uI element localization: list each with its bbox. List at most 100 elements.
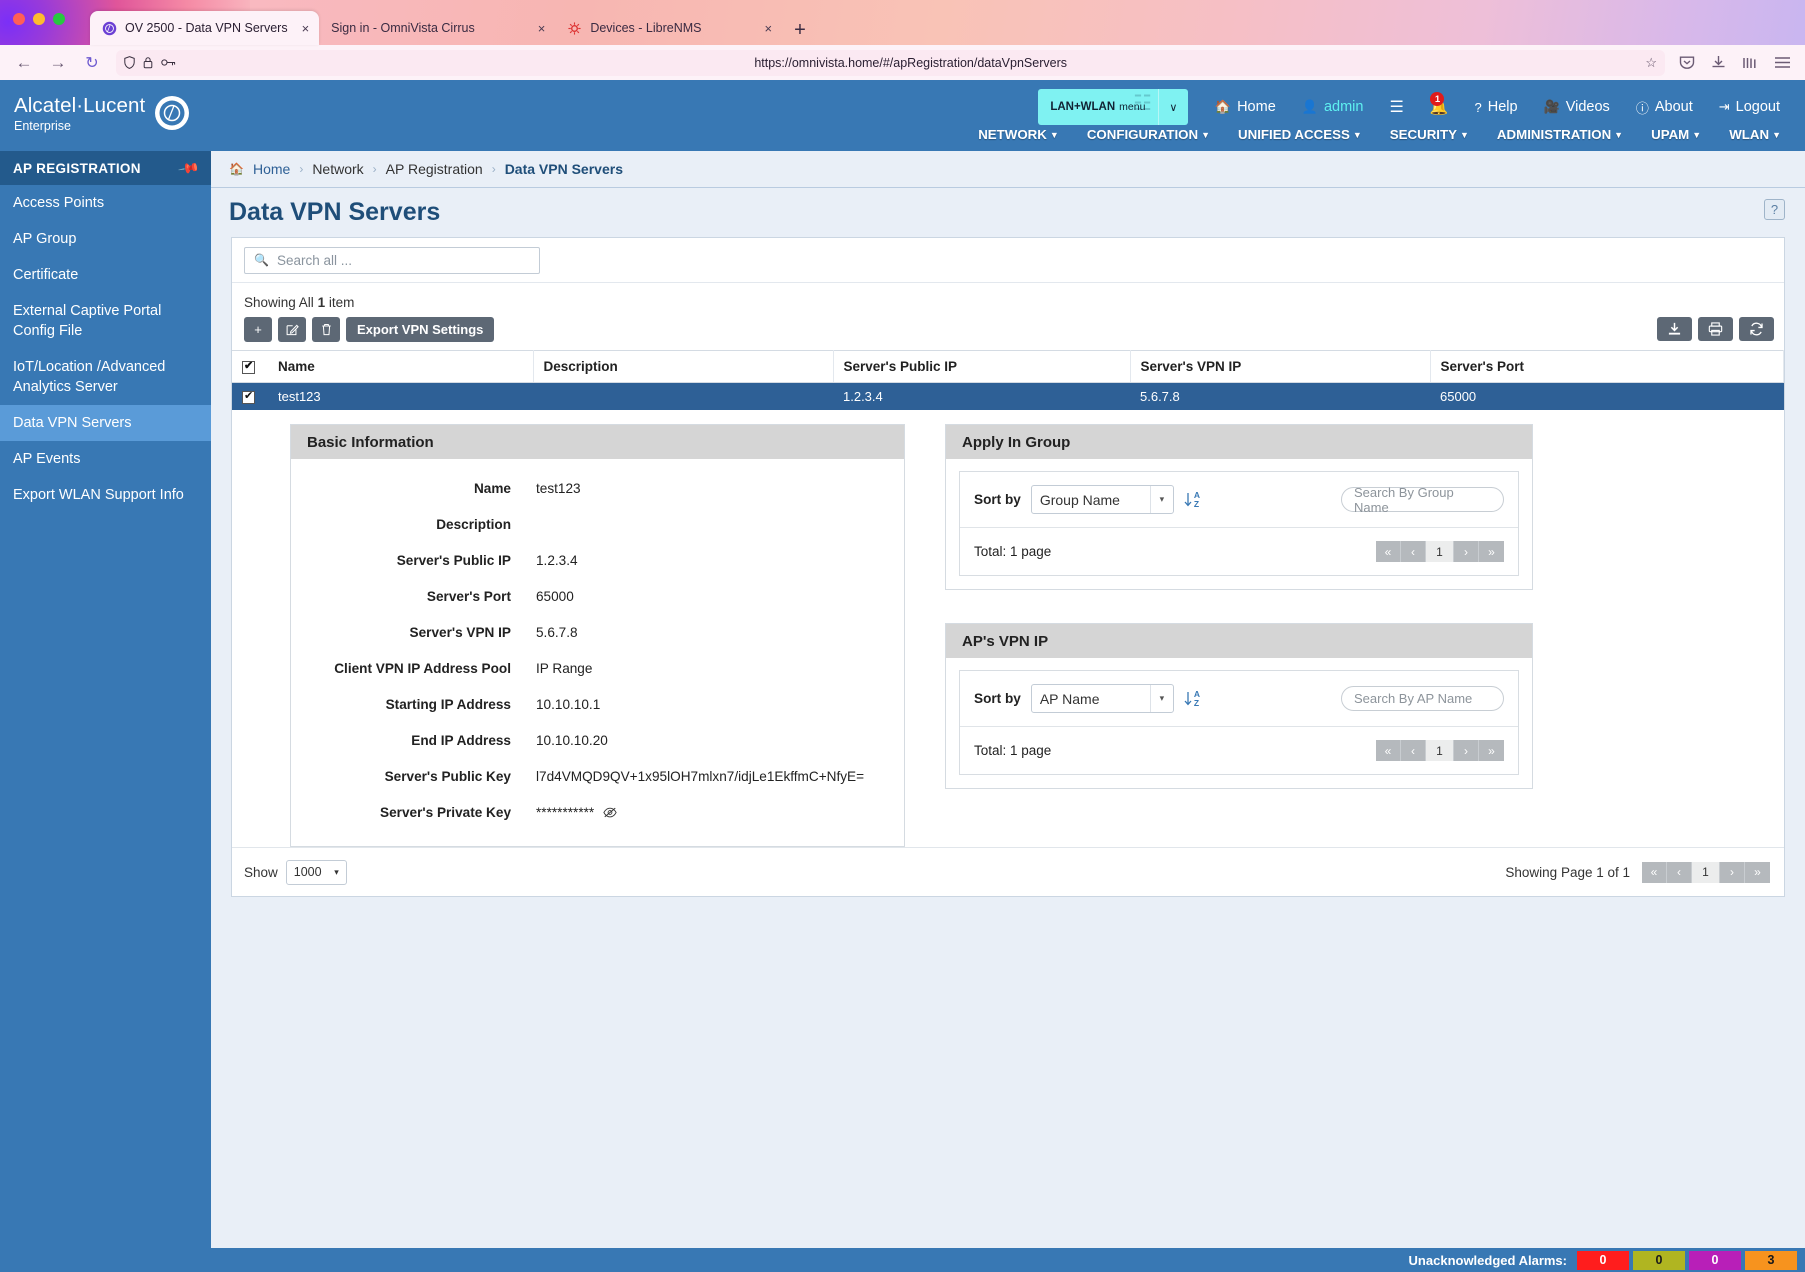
chevron-down-icon[interactable]: ▾ [1149,685,1173,713]
search-by-ap-name-input[interactable]: Search By AP Name [1341,686,1504,712]
breadcrumb-item-network[interactable]: Network [312,161,363,177]
context-selector[interactable]: LAN+WLAN menu ☷ ∨ [1037,89,1188,125]
pager-next-button[interactable]: › [1454,740,1479,762]
new-tab-button[interactable]: + [782,20,818,45]
pager-next-button[interactable]: › [1720,861,1745,883]
group-sort-select[interactable]: Group Name ▾ [1030,485,1174,515]
refresh-button[interactable] [1739,317,1774,341]
pager-last-button[interactable]: » [1745,861,1770,883]
export-vpn-settings-button[interactable]: Export VPN Settings [346,317,495,342]
library-icon[interactable] [1742,56,1758,70]
header-action-help[interactable]: ? Help [1461,99,1530,115]
pager-first-button[interactable]: « [1642,861,1667,883]
pager-last-button[interactable]: » [1479,541,1504,563]
column-header-description[interactable]: Description [533,350,834,383]
pager-current-page[interactable]: 1 [1692,861,1720,883]
alarm-critical-badge[interactable]: 0 [1577,1250,1629,1270]
pager-first-button[interactable]: « [1376,541,1401,563]
sidebar-item-export-wlan-support-info[interactable]: Export WLAN Support Info [0,477,211,513]
pocket-icon[interactable] [1679,55,1695,70]
app-header: Alcatel·Lucent Enterprise LAN+WLAN menu … [0,80,1805,151]
header-action-list[interactable]: ☰ [1376,97,1416,117]
nav-item-upam[interactable]: UPAM ▼ [1637,123,1715,146]
reload-icon[interactable]: ↻ [82,53,102,73]
column-header-port[interactable]: Server's Port [1430,350,1784,383]
edit-button[interactable] [278,317,306,342]
sort-az-icon[interactable]: AZ [1184,690,1200,707]
pager-prev-button[interactable]: ‹ [1401,740,1426,762]
nav-item-network[interactable]: NETWORK ▼ [964,123,1073,146]
pager-current-page[interactable]: 1 [1426,740,1454,762]
tab-close-icon[interactable]: × [764,22,772,35]
brand-logo[interactable]: Alcatel·Lucent Enterprise [0,80,211,151]
pager-current-page[interactable]: 1 [1426,541,1454,563]
print-button[interactable] [1698,317,1733,341]
pager-prev-button[interactable]: ‹ [1401,541,1426,563]
address-bar[interactable]: https://omnivista.home/#/apRegistration/… [116,49,1665,76]
menu-icon[interactable] [1774,56,1791,69]
omnivista-app: Alcatel·Lucent Enterprise LAN+WLAN menu … [0,80,1805,1272]
minimize-window-button[interactable] [33,13,45,25]
pin-icon[interactable]: 📌 [177,156,202,180]
browser-tab-2[interactable]: Devices - LibreNMS × [555,11,782,45]
maximize-window-button[interactable] [53,13,65,25]
close-window-button[interactable] [13,13,25,25]
column-header-public-ip[interactable]: Server's Public IP [833,350,1131,383]
alarm-warning-badge[interactable]: 3 [1745,1250,1797,1270]
sidebar-item-access-points[interactable]: Access Points [0,185,211,221]
table-row[interactable]: test123 1.2.3.4 5.6.7.8 65000 [232,382,1784,411]
pager-first-button[interactable]: « [1376,740,1401,762]
browser-tab-0[interactable]: OV 2500 - Data VPN Servers × [90,11,320,45]
header-action-notifications[interactable]: 🔔 1 [1417,92,1462,116]
ap-sort-select[interactable]: AP Name ▾ [1030,684,1174,714]
bookmark-icon[interactable]: ☆ [1645,55,1657,71]
row-checkbox[interactable] [242,389,255,405]
search-input[interactable]: 🔍 Search all ... [244,246,540,274]
delete-button[interactable] [312,317,340,342]
alarm-minor-badge[interactable]: 0 [1689,1250,1741,1270]
pager-prev-button[interactable]: ‹ [1667,861,1692,883]
chevron-down-icon[interactable]: ▾ [1149,486,1173,514]
sidebar-item-external-captive-portal-config-file[interactable]: External Captive Portal Config File [0,293,211,349]
breadcrumb-item-ap-registration[interactable]: AP Registration [386,161,483,177]
pager-next-button[interactable]: › [1454,541,1479,563]
download-button[interactable] [1657,317,1692,341]
nav-item-wlan[interactable]: WLAN ▼ [1715,123,1795,146]
select-all-checkbox[interactable] [242,359,255,374]
sidebar-item-iot-location-advanced-analytics-server[interactable]: IoT/Location /Advanced Analytics Server [0,349,211,405]
column-header-vpn-ip[interactable]: Server's VPN IP [1130,350,1431,383]
browser-tab-1[interactable]: Sign in - OmniVista Cirrus × [319,11,555,45]
select-all-header[interactable] [232,350,268,383]
nav-item-security[interactable]: SECURITY ▼ [1376,123,1483,146]
window-traffic-lights[interactable] [13,13,65,25]
header-action-about[interactable]: ⓘ About [1623,98,1706,117]
header-action-videos[interactable]: 🎥 Videos [1531,99,1623,115]
row-select-cell[interactable] [232,383,268,411]
help-icon[interactable]: ? [1764,199,1785,220]
sort-az-icon[interactable]: AZ [1184,491,1200,508]
chevron-down-icon[interactable]: ∨ [1157,89,1188,125]
header-action-admin[interactable]: 👤 admin [1289,99,1377,115]
column-header-name[interactable]: Name [268,350,534,383]
page-size-select[interactable]: 1000 ▾ [285,859,347,885]
pager-last-button[interactable]: » [1479,740,1504,762]
eye-slash-icon[interactable] [603,807,617,818]
sidebar-item-ap-group[interactable]: AP Group [0,221,211,257]
header-action-logout[interactable]: ⇥ Logout [1706,99,1793,115]
search-by-group-name-input[interactable]: Search By Group Name [1341,485,1504,515]
tab-close-icon[interactable]: × [302,22,310,35]
header-action-home[interactable]: 🏠 Home [1202,99,1289,115]
alarm-major-badge[interactable]: 0 [1633,1250,1685,1270]
forward-icon[interactable]: → [48,53,68,73]
back-icon[interactable]: ← [14,53,34,73]
nav-item-configuration[interactable]: CONFIGURATION ▼ [1073,123,1224,146]
tab-close-icon[interactable]: × [538,22,546,35]
add-button[interactable]: + [244,317,272,342]
sidebar-item-ap-events[interactable]: AP Events [0,441,211,477]
sidebar-item-certificate[interactable]: Certificate [0,257,211,293]
nav-item-administration[interactable]: ADMINISTRATION ▼ [1483,123,1637,146]
sidebar-item-data-vpn-servers[interactable]: Data VPN Servers [0,405,211,441]
breadcrumb-item-home[interactable]: Home [253,161,290,177]
downloads-icon[interactable] [1711,55,1726,70]
nav-item-unified-access[interactable]: UNIFIED ACCESS ▼ [1224,123,1376,146]
